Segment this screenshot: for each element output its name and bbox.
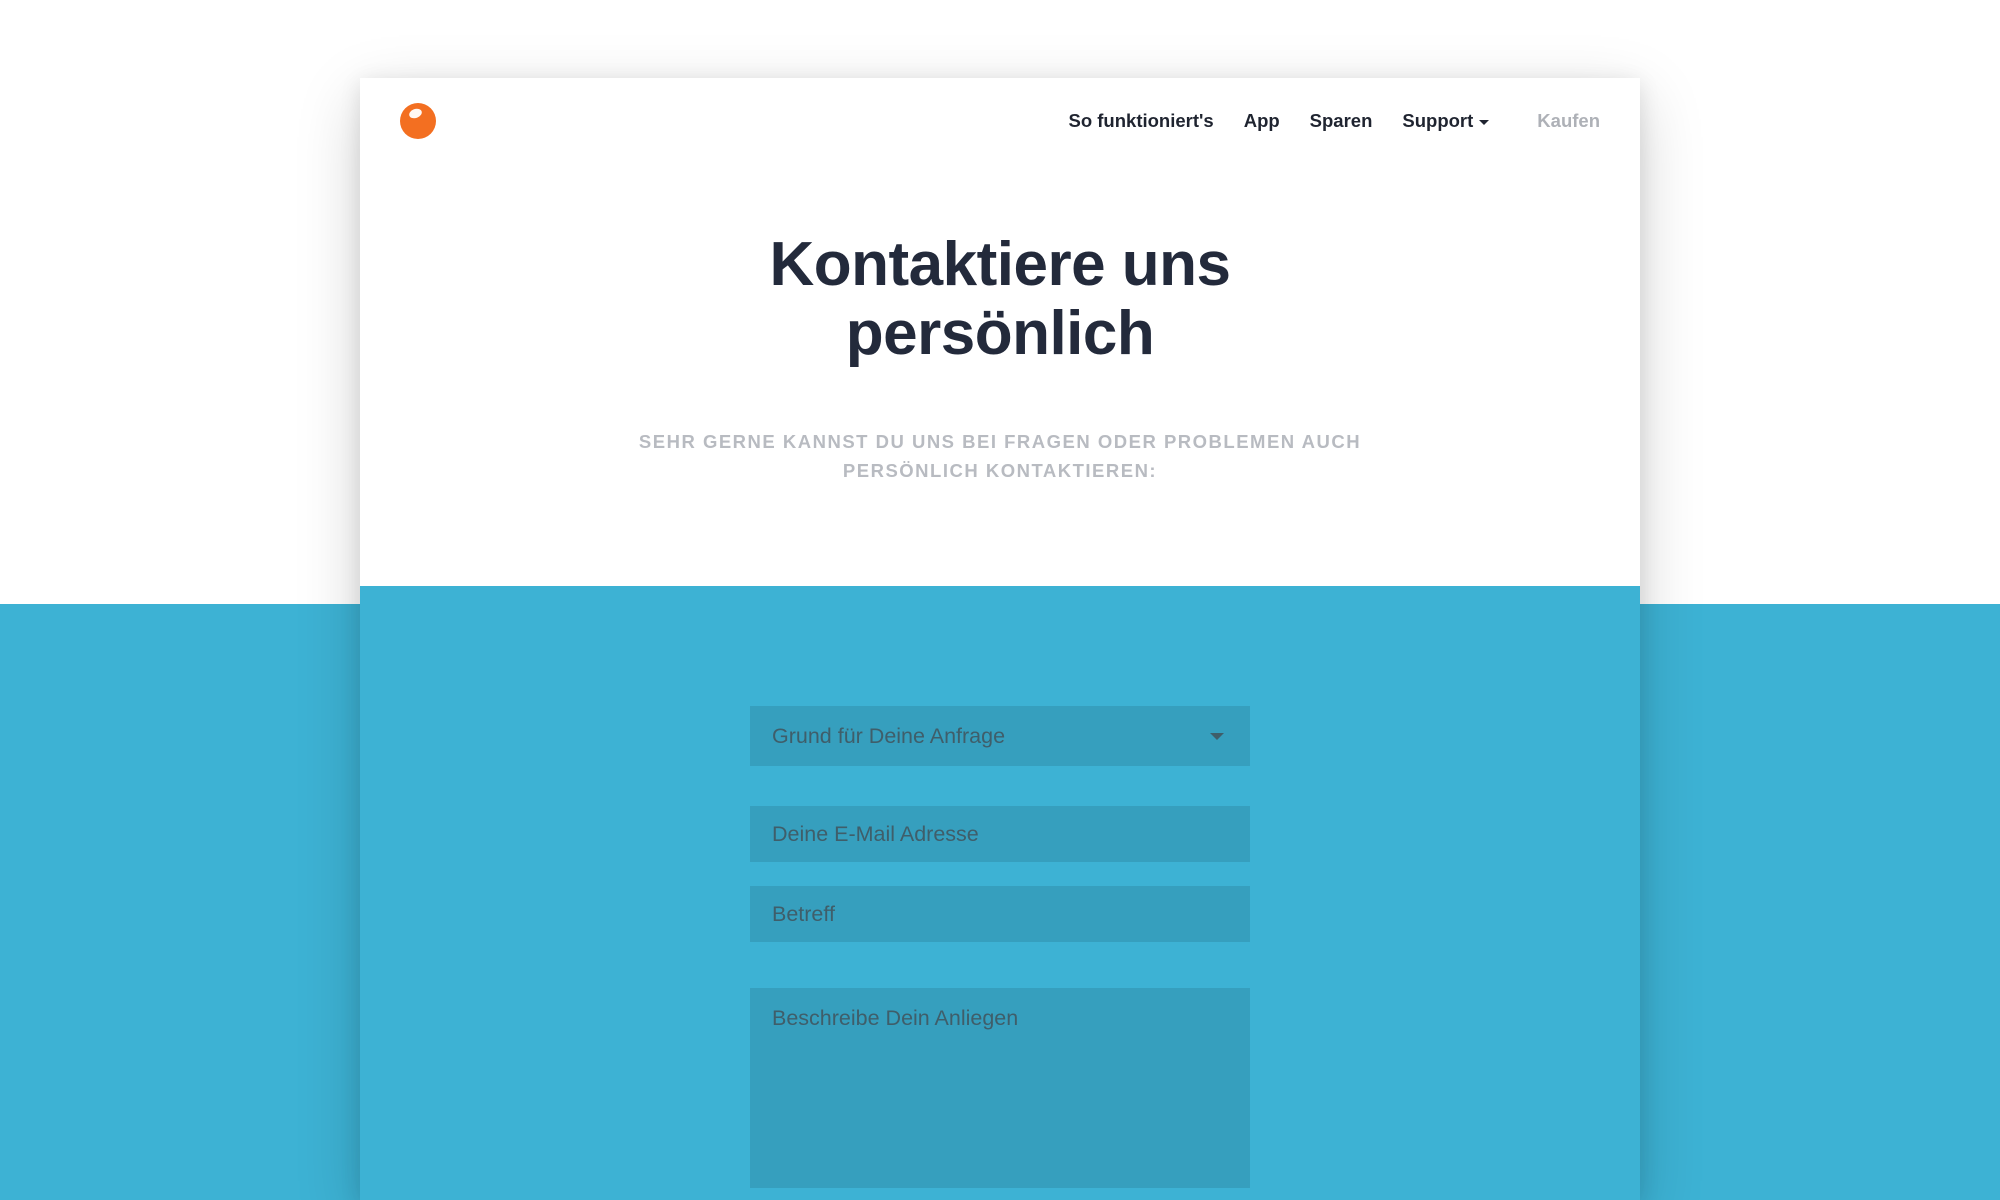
reason-select-label: Grund für Deine Anfrage: [772, 724, 1005, 749]
nav-buy[interactable]: Kaufen: [1537, 110, 1600, 132]
nav-link-label: Support: [1402, 110, 1473, 132]
nav-links: So funktioniert's App Sparen Support Kau…: [1068, 110, 1600, 132]
nav-app[interactable]: App: [1244, 110, 1280, 132]
contact-form: Grund für Deine Anfrage: [750, 586, 1250, 1193]
subtitle-line1: SEHR GERNE KANNST DU UNS BEI FRAGEN ODER…: [639, 431, 1361, 452]
email-field[interactable]: [750, 806, 1250, 862]
hero-section: Kontaktiere uns persönlich SEHR GERNE KA…: [360, 164, 1640, 486]
page-subtitle: SEHR GERNE KANNST DU UNS BEI FRAGEN ODER…: [360, 427, 1640, 486]
nav-support[interactable]: Support: [1402, 110, 1489, 132]
page-title: Kontaktiere uns persönlich: [360, 230, 1640, 369]
top-nav: So funktioniert's App Sparen Support Kau…: [360, 78, 1640, 164]
subtitle-line2: PERSÖNLICH KONTAKTIEREN:: [843, 460, 1157, 481]
form-area: Grund für Deine Anfrage: [360, 586, 1640, 1200]
logo-icon[interactable]: [400, 103, 436, 139]
nav-save[interactable]: Sparen: [1310, 110, 1373, 132]
content-card: So funktioniert's App Sparen Support Kau…: [360, 78, 1640, 1200]
message-field[interactable]: [750, 988, 1250, 1188]
nav-link-label: So funktioniert's: [1068, 110, 1213, 132]
chevron-down-icon: [1210, 733, 1224, 740]
subject-field[interactable]: [750, 886, 1250, 942]
nav-link-label: Sparen: [1310, 110, 1373, 132]
chevron-down-icon: [1479, 120, 1489, 125]
nav-link-label: Kaufen: [1537, 110, 1600, 132]
title-line1: Kontaktiere uns: [769, 230, 1230, 299]
reason-select[interactable]: Grund für Deine Anfrage: [750, 706, 1250, 766]
title-line2: persönlich: [846, 299, 1155, 368]
nav-link-label: App: [1244, 110, 1280, 132]
nav-how-it-works[interactable]: So funktioniert's: [1068, 110, 1213, 132]
